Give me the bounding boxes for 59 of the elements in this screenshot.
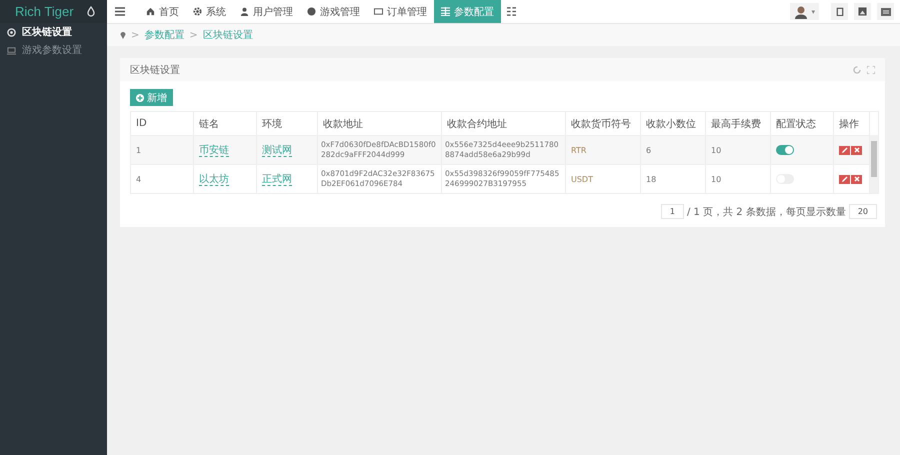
list-icon: [441, 7, 450, 16]
panel-title: 区块链设置: [130, 64, 181, 76]
image-icon: [858, 7, 867, 16]
scrollbar[interactable]: [870, 135, 878, 193]
window-icon: [880, 8, 890, 16]
env-link[interactable]: 正式网: [262, 174, 292, 186]
location-pin-icon: [120, 31, 126, 39]
edit-button[interactable]: [839, 174, 850, 184]
breadcrumb-separator: >: [131, 30, 140, 40]
brand-title: Rich Tiger: [15, 4, 74, 19]
clipboard-icon: [836, 7, 844, 16]
add-button[interactable]: 新增: [130, 89, 173, 106]
nav-tab[interactable]: 游戏管理: [300, 0, 367, 23]
close-icon: [854, 176, 860, 182]
chain-link[interactable]: 币安链: [199, 145, 229, 157]
breadcrumb-separator: >: [189, 30, 198, 40]
sidebar-item[interactable]: 游戏参数设置: [0, 41, 107, 59]
edit-button[interactable]: [839, 146, 850, 154]
clipboard-button[interactable]: [831, 3, 848, 20]
table-cell: 6: [640, 136, 706, 164]
status-switch[interactable]: [776, 145, 794, 155]
delete-button[interactable]: [851, 146, 862, 154]
table-cell: 10: [706, 136, 770, 164]
table-cell: RTR: [566, 136, 640, 164]
sidebar-item[interactable]: 区块链设置: [0, 23, 107, 41]
pagination-summary: / 1 页，共 2 条数据，每页显示数量: [687, 206, 846, 218]
laptop-icon: [7, 46, 16, 54]
avatar-icon: [794, 4, 808, 18]
pencil-icon: [842, 176, 848, 182]
page-size-input[interactable]: 20: [848, 204, 877, 219]
pencil-icon: [842, 147, 848, 153]
user-icon: [240, 7, 249, 16]
table-cell: USDT: [566, 164, 640, 193]
menu-icon[interactable]: [115, 7, 125, 16]
droplet-icon[interactable]: [87, 6, 95, 17]
table-cell: 1: [131, 136, 194, 164]
nav-tab[interactable]: 首页: [139, 0, 186, 23]
gear-icon: [193, 7, 202, 16]
card-icon: [374, 7, 383, 16]
home-icon: [146, 7, 155, 16]
image-button[interactable]: [854, 3, 871, 20]
table-cell: 18: [640, 164, 706, 193]
grid-icon[interactable]: [507, 7, 516, 16]
table-cell: 4: [131, 164, 194, 193]
nav-tab[interactable]: 参数配置: [434, 0, 501, 23]
close-icon: [854, 147, 860, 153]
chain-link[interactable]: 以太坊: [199, 174, 229, 186]
nav-tab[interactable]: 订单管理: [367, 0, 434, 23]
nav-tab[interactable]: 用户管理: [233, 0, 300, 23]
page-input[interactable]: 1: [660, 204, 684, 219]
circle-icon: [307, 7, 316, 16]
breadcrumb-link[interactable]: 参数配置: [144, 28, 184, 42]
panel-button[interactable]: [877, 3, 894, 20]
plus-icon: [136, 94, 144, 102]
target-icon: [7, 28, 16, 36]
breadcrumb-link[interactable]: 区块链设置: [202, 28, 253, 42]
delete-button[interactable]: [851, 174, 862, 184]
table-cell: 10: [706, 164, 770, 193]
nav-tab[interactable]: 系统: [186, 0, 233, 23]
